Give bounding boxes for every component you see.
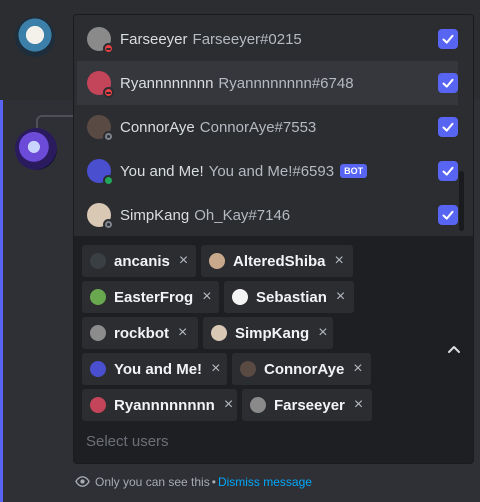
dismiss-message-link[interactable]: Dismiss message	[218, 475, 312, 489]
ephemeral-indicator-bar	[0, 100, 3, 502]
offline-status-icon	[103, 131, 114, 142]
chip-label: rockbot	[114, 324, 170, 342]
chip-rockbot[interactable]: rockbot ×	[82, 317, 198, 349]
chip-avatar	[211, 325, 227, 341]
option-avatar	[87, 203, 114, 230]
user-select-menu: Farseeyer Farseeyer#0215 Ryannnnnnnn Rya…	[73, 14, 474, 464]
close-icon[interactable]: ×	[336, 289, 345, 305]
option-name: ConnorAye	[120, 118, 195, 136]
chevron-up-icon[interactable]	[445, 341, 463, 359]
check-icon	[442, 34, 454, 44]
option-tag: Oh_Kay#7146	[194, 206, 291, 224]
chip-you-and-me[interactable]: You and Me! ×	[82, 353, 227, 385]
chip-label: AlteredShiba	[233, 252, 326, 270]
checkbox-checked-icon[interactable]	[438, 73, 458, 93]
close-icon[interactable]: ×	[353, 361, 362, 377]
close-icon[interactable]: ×	[179, 253, 188, 269]
option-tag: Farseeyer#0215	[192, 30, 302, 48]
close-icon[interactable]: ×	[178, 325, 187, 341]
chip-ancanis[interactable]: ancanis ×	[82, 245, 196, 277]
option-name: SimpKang	[120, 206, 190, 224]
option-tag: Ryannnnnnnn#6748	[218, 74, 354, 92]
online-status-icon	[103, 175, 114, 186]
close-icon[interactable]: ×	[335, 253, 344, 269]
chip-label: You and Me!	[114, 360, 203, 378]
dnd-status-icon	[103, 87, 114, 98]
option-you-and-me[interactable]: You and Me! You and Me!#6593 BOT	[77, 149, 458, 193]
chip-label: Sebastian	[256, 288, 327, 306]
check-icon	[442, 166, 454, 176]
option-avatar	[87, 115, 114, 142]
chip-avatar	[209, 253, 225, 269]
chip-connoraye[interactable]: ConnorAye ×	[232, 353, 371, 385]
option-name: Ryannnnnnnn	[120, 74, 214, 92]
option-ryannnnnnnn[interactable]: Ryannnnnnnn Ryannnnnnnn#6748	[77, 61, 458, 105]
close-icon[interactable]: ×	[224, 397, 233, 413]
option-connoraye[interactable]: ConnorAye ConnorAye#7553	[77, 105, 458, 149]
chip-avatar	[90, 361, 106, 377]
chip-label: ancanis	[114, 252, 170, 270]
bot-avatar[interactable]	[15, 128, 57, 170]
option-avatar	[87, 159, 114, 186]
checkbox-checked-icon[interactable]	[438, 29, 458, 49]
chip-label: Ryannnnnnnn	[114, 396, 215, 414]
option-name: Farseeyer	[120, 30, 188, 48]
chip-alteredshiba[interactable]: AlteredShiba ×	[201, 245, 353, 277]
offline-status-icon	[103, 219, 114, 230]
option-name: You and Me!	[120, 162, 204, 180]
chip-avatar	[90, 253, 106, 269]
chip-label: ConnorAye	[264, 360, 345, 378]
close-icon[interactable]: ×	[354, 397, 363, 413]
chip-avatar	[90, 289, 106, 305]
dnd-status-icon	[103, 43, 114, 54]
chip-farseeyer[interactable]: Farseeyer ×	[242, 389, 372, 421]
option-avatar	[87, 27, 114, 54]
chip-label: EasterFrog	[114, 288, 194, 306]
chip-avatar	[240, 361, 256, 377]
close-icon[interactable]: ×	[202, 289, 211, 305]
chip-label: Farseeyer	[274, 396, 345, 414]
option-tag: You and Me!#6593	[208, 162, 335, 180]
eye-icon	[75, 476, 90, 487]
dropdown-scrollbar[interactable]	[459, 171, 464, 231]
checkbox-checked-icon[interactable]	[438, 161, 458, 181]
user-options-list: Farseeyer Farseeyer#0215 Ryannnnnnnn Rya…	[74, 15, 473, 237]
chip-avatar	[232, 289, 248, 305]
ephemeral-notice: Only you can see this • Dismiss message	[75, 474, 312, 489]
option-tag: ConnorAye#7553	[199, 118, 317, 136]
chip-avatar	[90, 397, 106, 413]
checkbox-checked-icon[interactable]	[438, 205, 458, 225]
check-icon	[442, 210, 454, 220]
ephemeral-separator: •	[211, 474, 216, 489]
bot-badge: BOT	[340, 164, 368, 178]
check-icon	[442, 122, 454, 132]
option-avatar	[87, 71, 114, 98]
select-users-input[interactable]: Select users	[86, 433, 169, 450]
checkbox-checked-icon[interactable]	[438, 117, 458, 137]
chip-simpkang[interactable]: SimpKang ×	[203, 317, 333, 349]
chip-avatar	[250, 397, 266, 413]
close-icon[interactable]: ×	[318, 325, 327, 341]
chip-ryannnnnnnn[interactable]: Ryannnnnnnn ×	[82, 389, 237, 421]
chip-easterfrog[interactable]: EasterFrog ×	[82, 281, 219, 313]
ephemeral-text: Only you can see this	[95, 474, 210, 489]
option-farseeyer[interactable]: Farseeyer Farseeyer#0215	[77, 17, 458, 61]
chip-label: SimpKang	[235, 324, 310, 342]
user-avatar[interactable]	[15, 17, 55, 57]
check-icon	[442, 78, 454, 88]
close-icon[interactable]: ×	[211, 361, 220, 377]
option-simpkang[interactable]: SimpKang Oh_Kay#7146	[77, 193, 458, 237]
chip-sebastian[interactable]: Sebastian ×	[224, 281, 354, 313]
chip-avatar	[90, 325, 106, 341]
